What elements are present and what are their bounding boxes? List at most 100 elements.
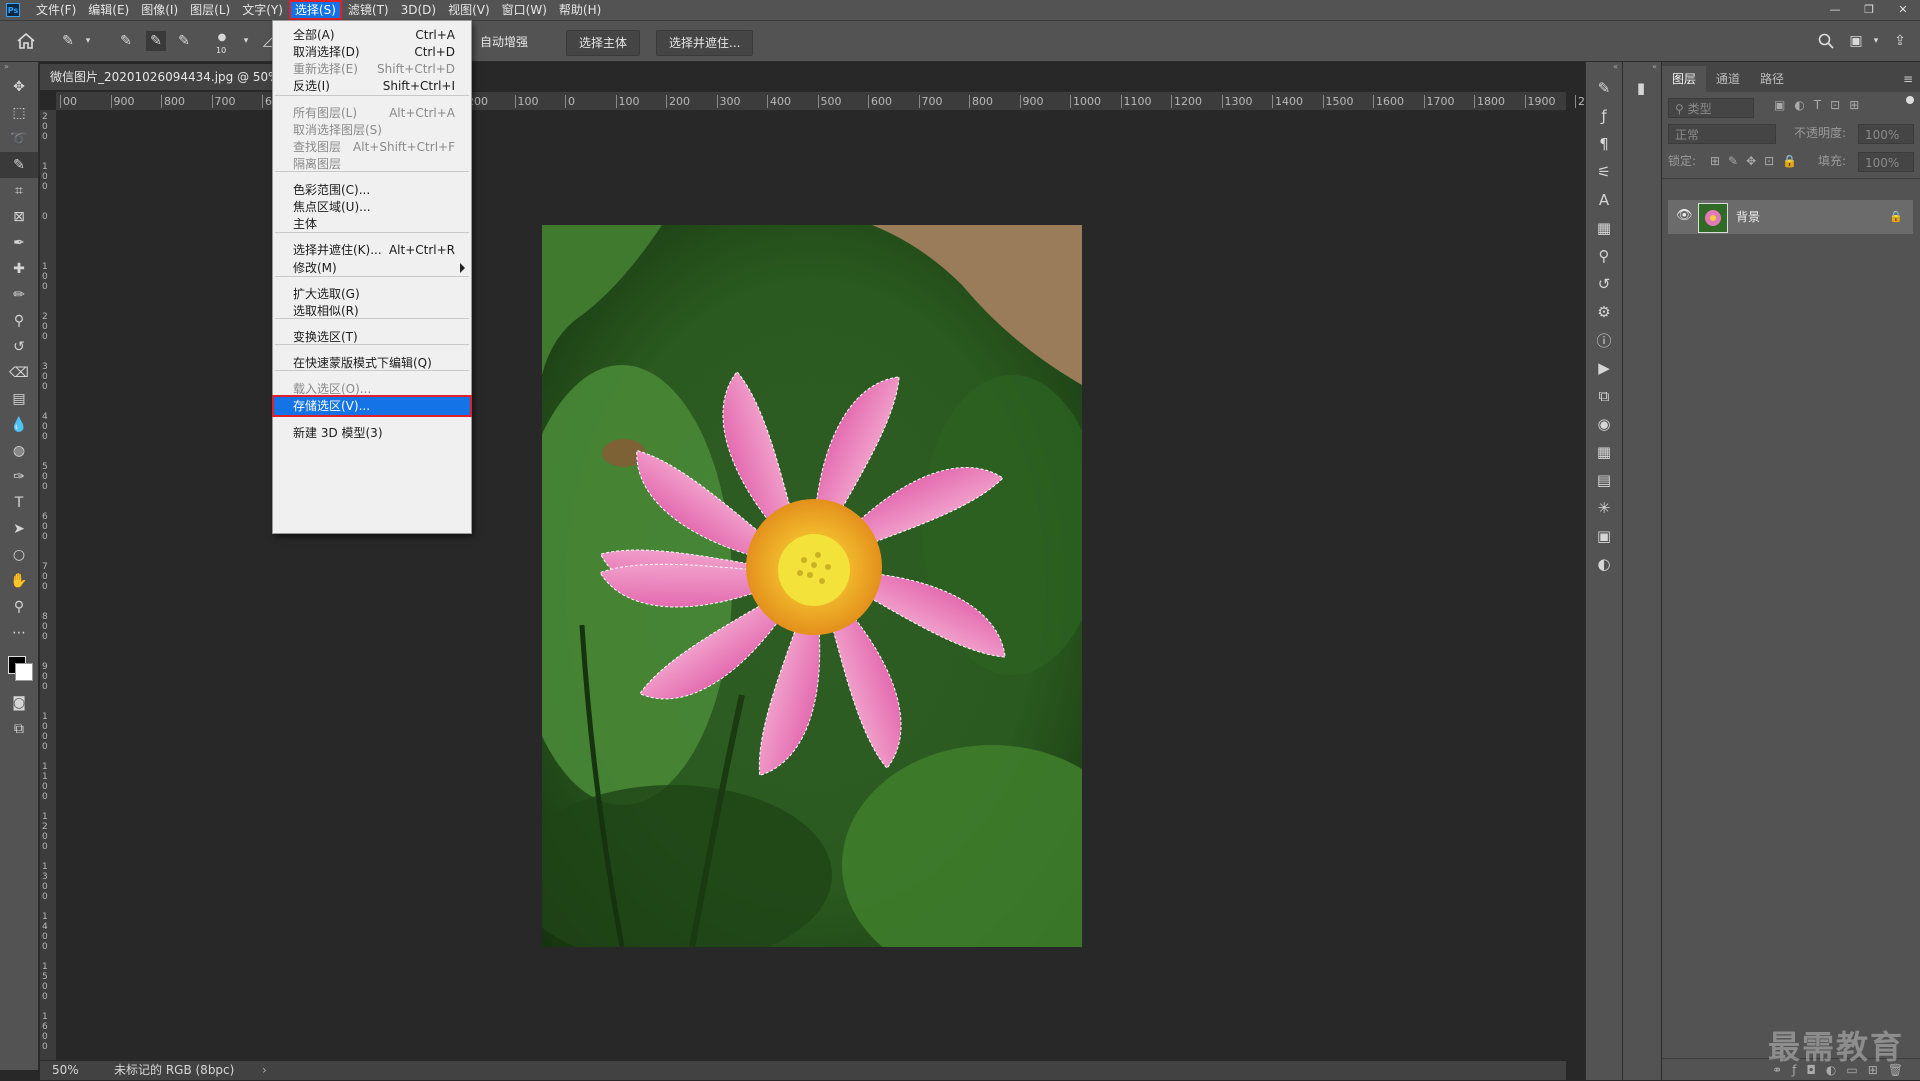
select-menu-item[interactable]: 反选(I) Shift+Ctrl+I <box>273 76 471 96</box>
swatches-grid-icon[interactable]: ▦ <box>1586 438 1622 466</box>
collapse-icon[interactable]: « <box>1586 62 1622 74</box>
libraries-icon[interactable]: ▦ <box>1586 214 1622 242</box>
chevron-down-icon[interactable]: ▾ <box>78 31 98 51</box>
collapse-icon[interactable]: » <box>0 62 38 74</box>
healing-brush-tool-icon[interactable]: ✚ <box>0 256 38 282</box>
tab-paths[interactable]: 路径 <box>1750 66 1794 92</box>
character-icon[interactable]: A <box>1586 186 1622 214</box>
notes-icon[interactable]: ▤ <box>1586 466 1622 494</box>
info-icon[interactable]: ⓘ <box>1586 326 1622 354</box>
layer-comps-icon[interactable]: ⧉ <box>1586 382 1622 410</box>
move-tool-icon[interactable]: ✥ <box>0 74 38 100</box>
share-icon[interactable]: ⇪ <box>1890 31 1910 51</box>
hand-tool-icon[interactable]: ✋ <box>0 568 38 594</box>
more-tools-icon[interactable]: ⋯ <box>0 620 38 646</box>
lock-icons[interactable]: ⊞✎✥⊡🔒 <box>1710 150 1805 172</box>
layer-row[interactable]: 👁 背景 🔒 <box>1668 200 1913 234</box>
menu-item[interactable]: 文件(F) <box>30 0 82 20</box>
menu-item[interactable]: 选择(S) <box>288 0 342 20</box>
zoom-level[interactable]: 50% <box>52 1061 79 1080</box>
type-tool-icon[interactable]: T <box>0 490 38 516</box>
menu-item[interactable]: 视图(V) <box>442 0 496 20</box>
layer-filter-icons[interactable]: ▣◐T⊡⊞ <box>1774 98 1868 112</box>
chevron-down-icon[interactable]: ▾ <box>236 31 256 51</box>
lotus-photo[interactable] <box>542 225 1082 947</box>
actions-play-icon[interactable]: ▶ <box>1586 354 1622 382</box>
color-swatches[interactable] <box>0 646 38 690</box>
marquee-tool-icon[interactable]: ⬚ <box>0 100 38 126</box>
crop-tool-icon[interactable]: ⌗ <box>0 178 38 204</box>
color-icon[interactable]: ◐ <box>1586 550 1622 578</box>
filter-toggle-icon[interactable] <box>1906 96 1914 104</box>
tab-layers[interactable]: 图层 <box>1662 66 1707 92</box>
collapse-icon[interactable]: « <box>1623 62 1661 74</box>
zoom-tool-icon[interactable]: ⚲ <box>0 594 38 620</box>
select-menu-item[interactable]: 主体 <box>273 214 471 234</box>
pen-tool-icon[interactable]: ✑ <box>0 464 38 490</box>
path-selection-tool-icon[interactable]: ➤ <box>0 516 38 542</box>
select-menu-item[interactable]: 新建 3D 模型(3) <box>273 423 471 443</box>
layer-properties-icon[interactable]: ▮ <box>1623 74 1659 102</box>
opacity-input[interactable]: 100% <box>1858 124 1914 144</box>
search-icon[interactable] <box>1816 31 1836 51</box>
add-to-selection-icon[interactable]: ✎ <box>146 31 166 51</box>
background-color-swatch[interactable] <box>15 663 33 681</box>
timeline-icon[interactable]: ▣ <box>1586 522 1622 550</box>
menu-item[interactable]: 文字(Y) <box>236 0 289 20</box>
auto-enhance-label[interactable]: 自动增强 <box>480 30 528 54</box>
subtract-from-selection-icon[interactable]: ✎ <box>174 31 194 51</box>
fill-input[interactable]: 100% <box>1858 152 1914 172</box>
clone-stamp-tool-icon[interactable]: ⚲ <box>0 308 38 334</box>
eyedropper-tool-icon[interactable]: ✒ <box>0 230 38 256</box>
blur-tool-icon[interactable]: 💧 <box>0 412 38 438</box>
lasso-tool-icon[interactable]: ➰ <box>0 126 38 152</box>
styles-icon[interactable]: ƒ <box>1586 102 1622 130</box>
history-icon[interactable]: ↺ <box>1586 270 1622 298</box>
ellipse-tool-icon[interactable]: ○ <box>0 542 38 568</box>
select-menu-item[interactable]: 修改(M) <box>273 258 471 278</box>
layer-filter-select[interactable]: ⚲ 类型 <box>1668 98 1754 118</box>
dodge-tool-icon[interactable]: ◍ <box>0 438 38 464</box>
minimize-icon[interactable]: — <box>1818 0 1852 20</box>
select-menu-item[interactable]: 变换选区(T) <box>273 327 471 347</box>
gradient-tool-icon[interactable]: ▤ <box>0 386 38 412</box>
menu-item[interactable]: 图像(I) <box>135 0 184 20</box>
workspace-icon[interactable]: ▣ <box>1846 31 1866 51</box>
chevron-down-icon[interactable]: ▾ <box>1866 31 1886 51</box>
quick-selection-tool-icon[interactable]: ✎ <box>58 31 78 51</box>
quick-mask-icon[interactable]: ◙ <box>0 690 38 716</box>
navigator-icon[interactable]: ✳ <box>1586 494 1622 522</box>
paragraph-icon[interactable]: ¶ <box>1586 130 1622 158</box>
select-subject-button[interactable]: 选择主体 <box>566 30 641 56</box>
home-icon[interactable] <box>16 31 36 51</box>
menu-item[interactable]: 图层(L) <box>184 0 236 20</box>
brush-tool-icon[interactable]: ✏ <box>0 282 38 308</box>
eraser-tool-icon[interactable]: ⌫ <box>0 360 38 386</box>
brush-settings-icon[interactable]: ✎ <box>1586 74 1622 102</box>
restore-icon[interactable]: ❐ <box>1852 0 1886 20</box>
select-menu-item[interactable]: 存储选区(V)... <box>272 395 472 417</box>
eye-visibility-icon[interactable]: 👁 <box>1676 208 1693 223</box>
menu-item[interactable]: 窗口(W) <box>496 0 553 20</box>
document-tab[interactable]: 微信图片_20201026094434.jpg @ 50% <box>40 64 300 90</box>
panel-menu-icon[interactable]: ≡ <box>1895 66 1920 92</box>
new-selection-icon[interactable]: ✎ <box>116 31 136 51</box>
menu-item[interactable]: 编辑(E) <box>82 0 135 20</box>
lock-icon[interactable]: 🔒 <box>1889 200 1903 234</box>
adjustments-icon[interactable]: ⚟ <box>1586 158 1622 186</box>
blend-mode-select[interactable]: 正常 <box>1668 124 1776 144</box>
brush-preset-icon[interactable]: ● <box>212 27 232 47</box>
quick-selection-tool-icon[interactable]: ✎ <box>0 152 38 178</box>
frame-tool-icon[interactable]: ⊠ <box>0 204 38 230</box>
chevron-right-icon[interactable]: › <box>262 1061 267 1080</box>
properties-icon[interactable]: ⚙ <box>1586 298 1622 326</box>
menu-item[interactable]: 帮助(H) <box>553 0 607 20</box>
layer-name[interactable]: 背景 <box>1736 200 1760 234</box>
history-brush-tool-icon[interactable]: ↺ <box>0 334 38 360</box>
menu-item[interactable]: 3D(D) <box>395 0 442 20</box>
close-icon[interactable]: ✕ <box>1886 0 1920 20</box>
screen-mode-icon[interactable]: ⧉ <box>0 716 38 742</box>
select-and-mask-button[interactable]: 选择并遮住... <box>656 30 754 56</box>
tab-channels[interactable]: 通道 <box>1706 66 1750 92</box>
select-menu-item[interactable]: 选择并遮住(K)... Alt+Ctrl+R <box>273 240 471 260</box>
